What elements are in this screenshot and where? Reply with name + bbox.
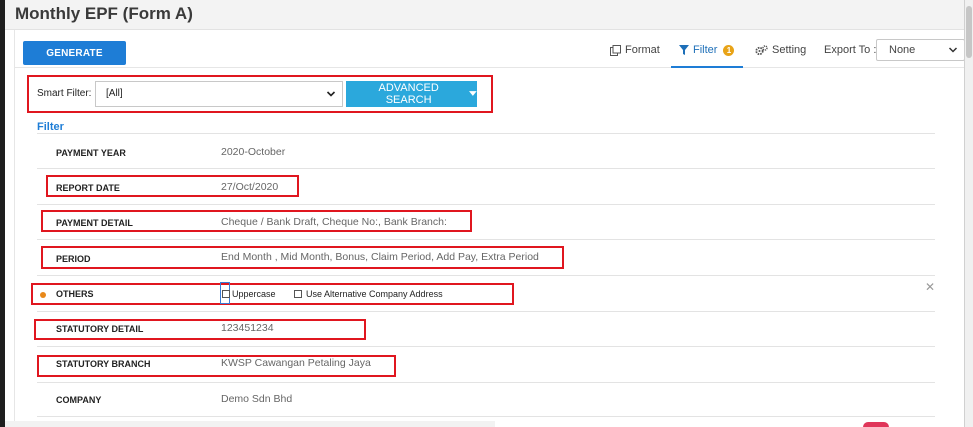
export-label: Export To : (824, 44, 877, 56)
export-selected-value: None (889, 44, 916, 56)
report-panel: GENERATE Format Filter 1 Setting Export … (14, 30, 965, 427)
statutory-branch-value[interactable]: KWSP Cawangan Petaling Jaya (221, 357, 371, 369)
active-filter-dot (40, 292, 46, 298)
page-title: Monthly EPF (Form A) (15, 4, 193, 23)
statutory-detail-label: STATUTORY DETAIL (56, 324, 144, 334)
gear-icon (755, 44, 768, 55)
app-icon-partial (863, 422, 889, 427)
filter-label: Filter (693, 44, 718, 56)
chevron-down-icon (326, 91, 336, 97)
others-label: OTHERS (56, 289, 94, 299)
filter-icon (679, 45, 689, 55)
payment-detail-label: PAYMENT DETAIL (56, 218, 133, 228)
row-divider (37, 382, 935, 383)
setting-label: Setting (772, 44, 807, 56)
row-divider (37, 204, 935, 205)
alt-company-address-checkbox[interactable] (294, 290, 302, 298)
smart-filter-label: Smart Filter: (37, 88, 92, 99)
format-icon (610, 44, 621, 56)
title-bar: Monthly EPF (Form A) (5, 0, 964, 30)
report-date-value[interactable]: 27/Oct/2020 (221, 181, 278, 193)
row-divider (37, 416, 935, 417)
setting-tab[interactable]: Setting (755, 44, 806, 56)
filter-tab[interactable]: Filter 1 (679, 44, 735, 56)
format-label: Format (625, 44, 660, 56)
row-divider (37, 168, 935, 169)
filter-count-badge: 1 (723, 44, 735, 56)
row-divider (37, 133, 935, 134)
row-divider (37, 275, 935, 276)
statutory-detail-value[interactable]: 123451234 (221, 322, 274, 334)
export-select[interactable]: None (876, 39, 965, 61)
close-icon[interactable]: ✕ (925, 280, 935, 294)
alt-company-address-label: Use Alternative Company Address (306, 289, 443, 299)
smart-filter-value: [All] (106, 88, 123, 99)
period-value[interactable]: End Month , Mid Month, Bonus, Claim Peri… (221, 251, 539, 263)
scrollbar-thumb[interactable] (966, 6, 972, 58)
row-divider (37, 239, 935, 240)
payment-year-label: PAYMENT YEAR (56, 148, 126, 158)
uppercase-checkbox-label: Uppercase (232, 289, 276, 299)
vertical-scrollbar[interactable] (964, 0, 973, 427)
format-tab[interactable]: Format (610, 44, 660, 56)
advanced-search-button[interactable]: ADVANCED SEARCH (346, 81, 477, 107)
period-label: PERIOD (56, 254, 91, 264)
advanced-search-label: ADVANCED SEARCH (378, 82, 439, 106)
filter-tab-underline (671, 66, 743, 68)
generate-button[interactable]: GENERATE (23, 41, 126, 65)
company-value[interactable]: Demo Sdn Bhd (221, 393, 292, 405)
window-left-edge (0, 0, 5, 427)
report-date-label: REPORT DATE (56, 183, 120, 193)
filter-heading: Filter (37, 121, 64, 133)
statutory-branch-label: STATUTORY BRANCH (56, 359, 151, 369)
chevron-down-icon (948, 47, 958, 53)
caret-down-icon (469, 91, 477, 96)
smart-filter-select[interactable]: [All] (95, 81, 343, 107)
row-divider (37, 311, 935, 312)
row-divider (37, 346, 935, 347)
bottom-edge-strip (5, 421, 495, 427)
company-label: COMPANY (56, 395, 102, 405)
toolbar: GENERATE Format Filter 1 Setting Export … (15, 30, 965, 68)
uppercase-checkbox[interactable] (222, 290, 230, 298)
payment-year-value[interactable]: 2020-October (221, 146, 285, 158)
payment-detail-value[interactable]: Cheque / Bank Draft, Cheque No:, Bank Br… (221, 216, 447, 228)
bottom-edge (5, 421, 964, 427)
